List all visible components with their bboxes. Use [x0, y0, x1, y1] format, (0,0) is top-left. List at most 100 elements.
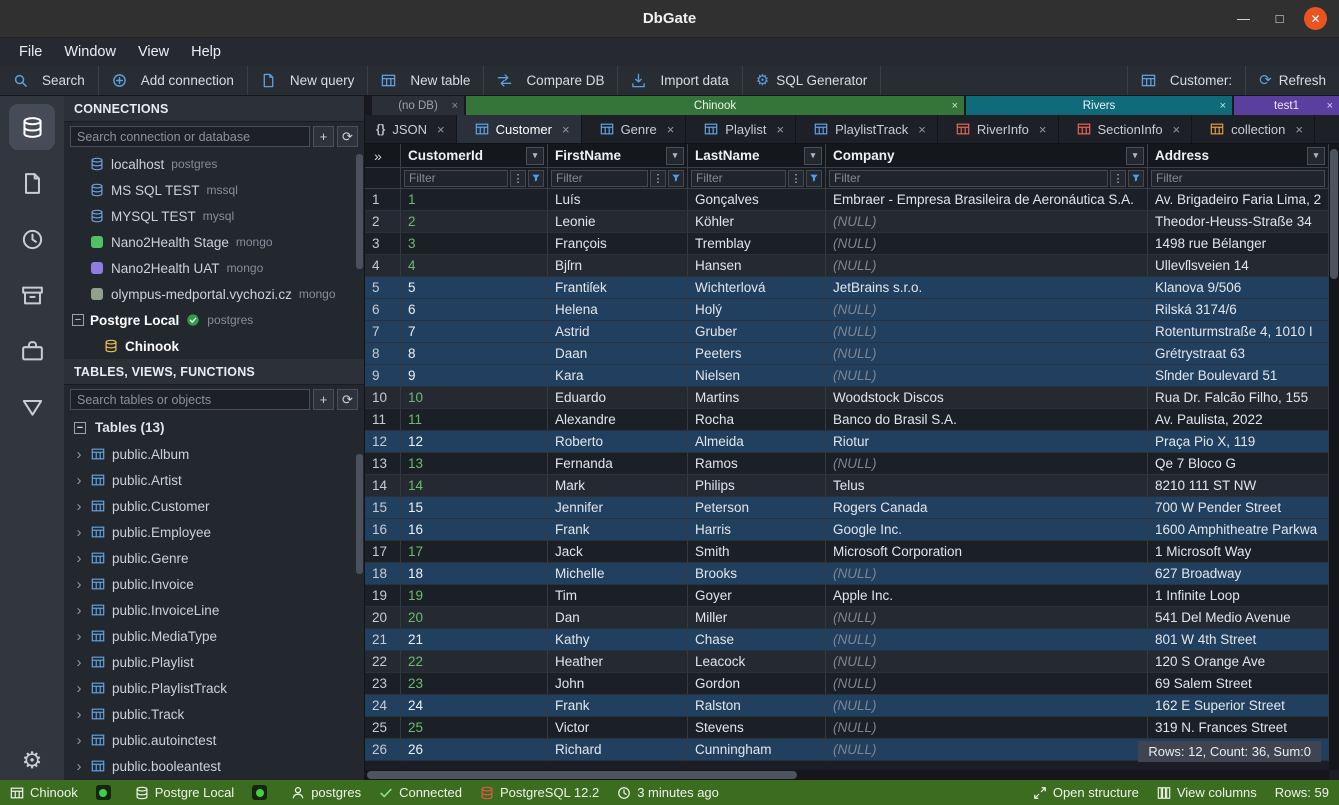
close-tab-icon[interactable]: × [1039, 122, 1047, 137]
table-list-item[interactable]: › public.Genre [64, 545, 364, 571]
cell-company[interactable]: Telus [826, 475, 1148, 497]
file-tab[interactable]: Customer × [457, 115, 582, 143]
cell-lastname[interactable]: Smith [688, 541, 826, 563]
filter-funnel-icon[interactable] [806, 170, 822, 187]
row-number[interactable]: 26 [365, 739, 401, 761]
cell-company[interactable]: (NULL) [826, 629, 1148, 651]
maximize-button[interactable]: □ [1268, 7, 1291, 30]
cell-lastname[interactable]: Philips [688, 475, 826, 497]
cell-lastname[interactable]: Cunningham [688, 739, 826, 761]
cell-address[interactable]: 541 Del Medio Avenue [1148, 607, 1329, 629]
sidebar-strip-button[interactable] [9, 328, 55, 374]
row-number[interactable]: 21 [365, 629, 401, 651]
row-number[interactable]: 22 [365, 651, 401, 673]
row-number[interactable]: 5 [365, 277, 401, 299]
row-number[interactable]: 17 [365, 541, 401, 563]
cell-address[interactable]: Av. Brigadeiro Faria Lima, 2 [1148, 189, 1329, 211]
table-row[interactable]: 15 15 Jennifer Peterson Rogers Canada 70… [365, 497, 1329, 519]
cell-customerid[interactable]: 5 [401, 277, 548, 299]
row-number[interactable]: 18 [365, 563, 401, 585]
cell-firstname[interactable]: Luís [548, 189, 688, 211]
close-button[interactable]: ✕ [1304, 7, 1327, 30]
cell-address[interactable]: 700 W Pender Street [1148, 497, 1329, 519]
filter-funnel-icon[interactable] [668, 170, 684, 187]
close-tab-icon[interactable]: × [667, 122, 675, 137]
cell-firstname[interactable]: Jack [548, 541, 688, 563]
add-table-small-button[interactable]: + [313, 389, 334, 410]
cell-lastname[interactable]: Miller [688, 607, 826, 629]
connection-item[interactable]: − Postgre Local postgres [64, 307, 364, 333]
cell-company[interactable]: Riotur [826, 431, 1148, 453]
connection-item[interactable]: − MYSQL TEST mysql [64, 203, 364, 229]
cell-customerid[interactable]: 11 [401, 409, 548, 431]
cell-lastname[interactable]: Stevens [688, 717, 826, 739]
table-row[interactable]: 9 9 Kara Nielsen (NULL) Sſnder Boulevard… [365, 365, 1329, 387]
file-tab[interactable]: SectionInfo × [1059, 115, 1193, 143]
table-list-item[interactable]: › public.booleantest [64, 753, 364, 779]
file-tab[interactable]: collection × [1192, 115, 1315, 143]
cell-customerid[interactable]: 22 [401, 651, 548, 673]
cell-firstname[interactable]: Dan [548, 607, 688, 629]
collapse-toggle-icon[interactable]: − [72, 314, 84, 326]
chevron-right-icon[interactable]: › [74, 629, 84, 644]
table-row[interactable]: 6 6 Helena Holý (NULL) Rilská 3174/6 [365, 299, 1329, 321]
cell-firstname[interactable]: Mark [548, 475, 688, 497]
close-tab-icon[interactable]: × [452, 100, 458, 112]
cell-firstname[interactable]: Michelle [548, 563, 688, 585]
close-tab-icon[interactable]: × [1327, 100, 1333, 112]
close-tab-icon[interactable]: × [562, 122, 570, 137]
vertical-scrollbar[interactable] [1329, 144, 1339, 770]
cell-lastname[interactable]: Hansen [688, 255, 826, 277]
close-tab-icon[interactable]: × [1220, 100, 1226, 112]
expand-columns-button[interactable]: » [365, 144, 401, 167]
toolbar-button[interactable]: ⚙ SQL Generator [743, 66, 882, 95]
cell-firstname[interactable]: Jennifer [548, 497, 688, 519]
cell-customerid[interactable]: 23 [401, 673, 548, 695]
table-list-item[interactable]: › public.MediaType [64, 623, 364, 649]
row-number[interactable]: 13 [365, 453, 401, 475]
table-row[interactable]: 24 24 Frank Ralston (NULL) 162 E Superio… [365, 695, 1329, 717]
cell-company[interactable]: (NULL) [826, 365, 1148, 387]
toolbar-button[interactable]: Search [0, 66, 99, 95]
table-list-item[interactable]: › public.PlaylistTrack [64, 675, 364, 701]
cell-address[interactable]: 1600 Amphitheatre Parkwa [1148, 519, 1329, 541]
cell-firstname[interactable]: Leonie [548, 211, 688, 233]
cell-customerid[interactable]: 26 [401, 739, 548, 761]
chevron-right-icon[interactable]: › [74, 473, 84, 488]
cell-address[interactable]: Rotenturmstraße 4, 1010 I [1148, 321, 1329, 343]
cell-firstname[interactable]: Victor [548, 717, 688, 739]
cell-customerid[interactable]: 24 [401, 695, 548, 717]
cell-lastname[interactable]: Ralston [688, 695, 826, 717]
table-row[interactable]: 1 1 Luís Gonçalves Embraer - Empresa Bra… [365, 189, 1329, 211]
status-action[interactable]: Rows: 59 [1275, 785, 1329, 800]
toolbar-button[interactable]: Add connection [99, 66, 248, 95]
table-row[interactable]: 4 4 Bjſrn Hansen (NULL) Ullevſlsveien 14 [365, 255, 1329, 277]
cell-address[interactable]: Grétrystraat 63 [1148, 343, 1329, 365]
database-tab[interactable]: test1 × [1234, 96, 1339, 115]
table-row[interactable]: 5 5 Frantiſek Wichterlová JetBrains s.r.… [365, 277, 1329, 299]
cell-address[interactable]: 120 S Orange Ave [1148, 651, 1329, 673]
cell-company[interactable]: (NULL) [826, 739, 1148, 761]
cell-lastname[interactable]: Holý [688, 299, 826, 321]
table-row[interactable]: 25 25 Victor Stevens (NULL) 319 N. Franc… [365, 717, 1329, 739]
chevron-right-icon[interactable]: › [74, 759, 84, 774]
cell-firstname[interactable]: Daan [548, 343, 688, 365]
cell-address[interactable]: Qe 7 Bloco G [1148, 453, 1329, 475]
cell-address[interactable]: 1 Microsoft Way [1148, 541, 1329, 563]
cell-company[interactable]: Embraer - Empresa Brasileira de Aeronáut… [826, 189, 1148, 211]
connections-search-input[interactable] [70, 126, 310, 147]
column-header[interactable]: FirstName ▾ [548, 144, 688, 167]
chevron-right-icon[interactable]: › [74, 681, 84, 696]
filter-funnel-icon[interactable] [528, 170, 544, 187]
database-tab[interactable]: Rivers × [966, 96, 1232, 115]
chevron-right-icon[interactable]: › [74, 733, 84, 748]
connection-item[interactable]: − localhost postgres [64, 151, 364, 177]
cell-customerid[interactable]: 14 [401, 475, 548, 497]
filter-input[interactable] [404, 170, 508, 187]
table-list-item[interactable]: › public.Invoice [64, 571, 364, 597]
cell-firstname[interactable]: Frank [548, 695, 688, 717]
cell-lastname[interactable]: Köhler [688, 211, 826, 233]
close-tab-icon[interactable]: × [918, 122, 926, 137]
toolbar-button[interactable]: New table [368, 66, 484, 95]
refresh-connections-button[interactable]: ⟳ [337, 126, 358, 147]
